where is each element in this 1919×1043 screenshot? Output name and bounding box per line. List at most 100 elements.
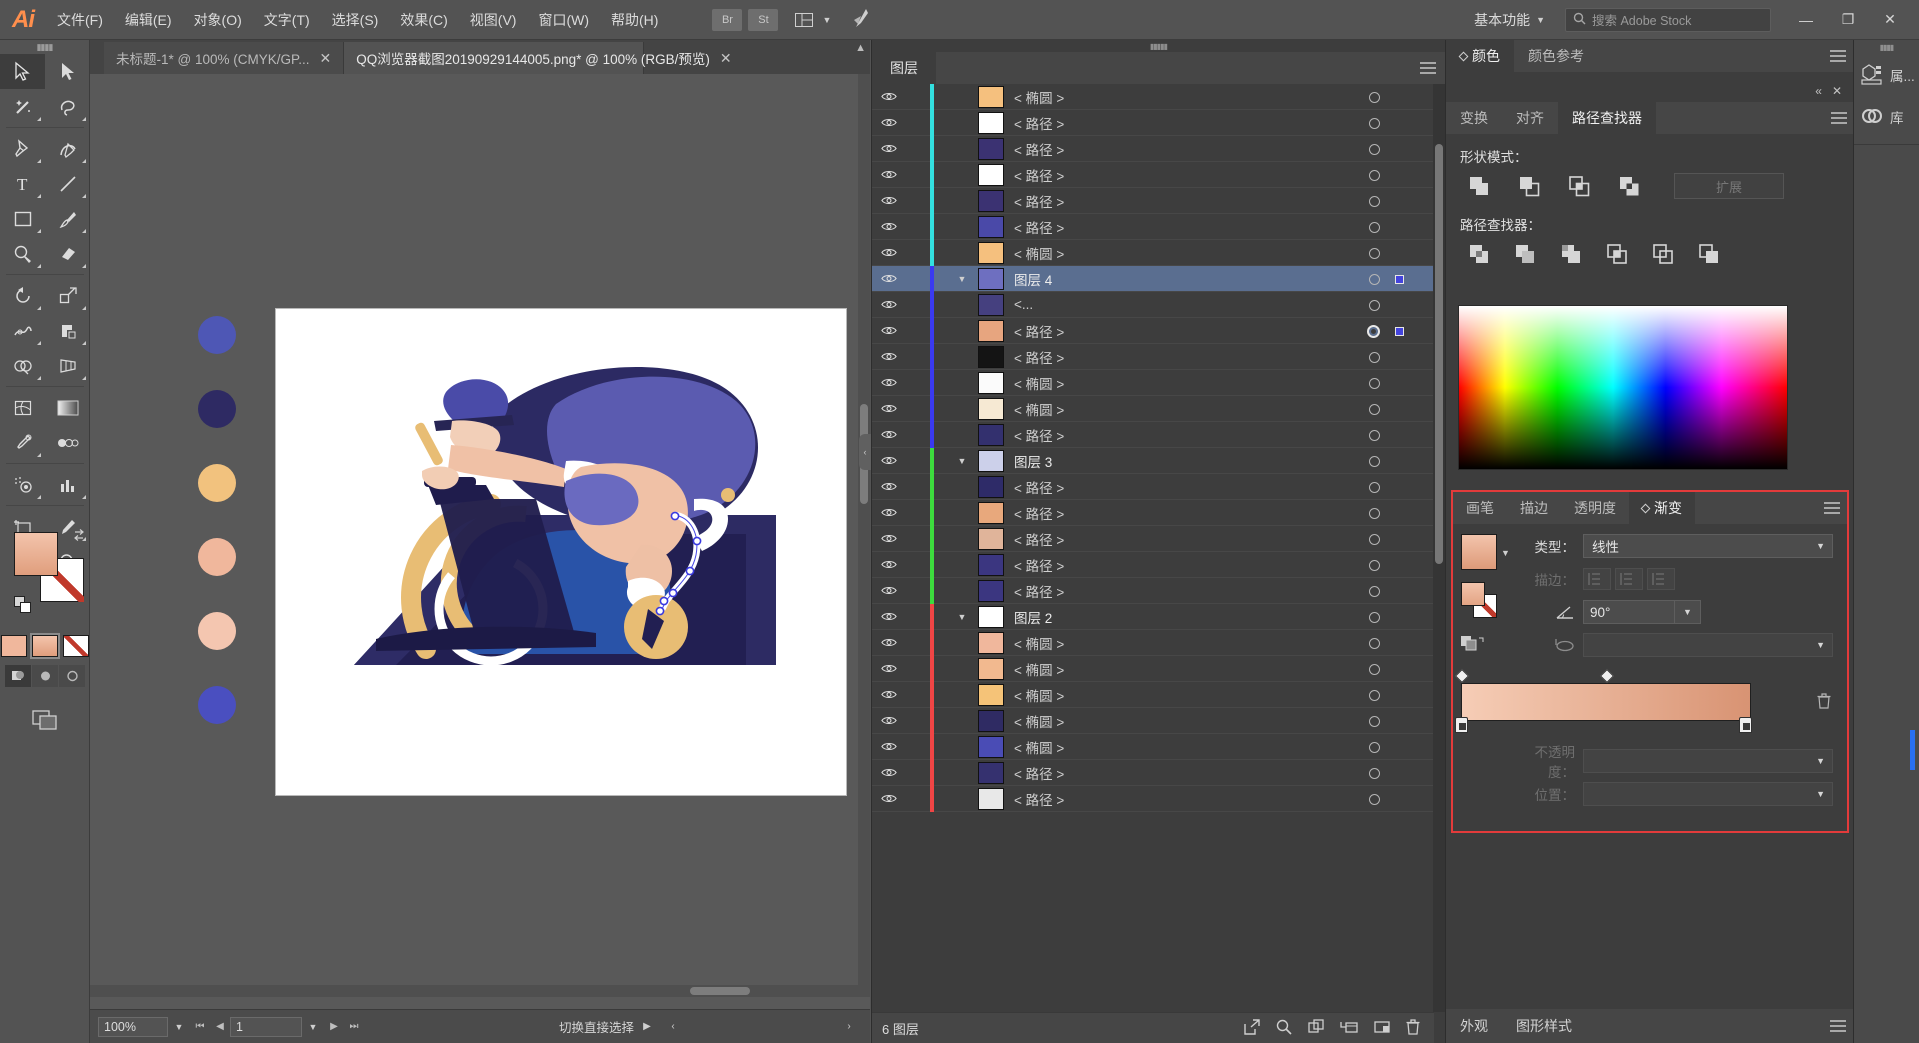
target-indicator[interactable] <box>1369 110 1380 136</box>
tool-eraser[interactable] <box>45 236 90 271</box>
tool-rectangle[interactable] <box>0 201 45 236</box>
gradient-type-select[interactable]: 线性 ▼ <box>1583 534 1833 558</box>
gradient-aspect-select[interactable]: ▼ <box>1583 633 1833 657</box>
layer-name[interactable]: < 路径 > <box>1014 763 1064 783</box>
tool-paintbrush[interactable] <box>45 201 90 236</box>
gradient-preset-chevron-icon[interactable]: ▼ <box>1501 548 1510 558</box>
document-tab-1[interactable]: 未标题-1* @ 100% (CMYK/GP... ✕ <box>104 42 345 74</box>
target-indicator[interactable] <box>1369 266 1380 292</box>
tool-lasso[interactable] <box>45 89 90 124</box>
expand-button[interactable]: 扩展 <box>1674 173 1784 199</box>
create-new-sublayer-icon[interactable] <box>1340 1019 1358 1038</box>
target-indicator[interactable] <box>1369 448 1380 474</box>
visibility-eye-icon[interactable] <box>872 351 906 362</box>
layer-row[interactable]: < 椭圆 > <box>872 370 1434 396</box>
layer-row[interactable]: < 路径 > <box>872 136 1434 162</box>
tool-rotate[interactable] <box>0 278 45 313</box>
tool-line-segment[interactable] <box>45 166 90 201</box>
target-indicator[interactable] <box>1369 84 1380 110</box>
restore-button[interactable]: ❐ <box>1827 5 1869 35</box>
layer-name[interactable]: < 椭圆 > <box>1014 633 1064 653</box>
layer-row[interactable]: <... <box>872 292 1434 318</box>
visibility-eye-icon[interactable] <box>872 481 906 492</box>
gradient-angle-chevron-icon[interactable]: ▼ <box>1675 600 1701 624</box>
layer-name[interactable]: < 路径 > <box>1014 581 1064 601</box>
visibility-eye-icon[interactable] <box>872 91 906 102</box>
target-indicator[interactable] <box>1369 344 1380 370</box>
layer-row[interactable]: < 椭圆 > <box>872 682 1434 708</box>
visibility-eye-icon[interactable] <box>872 793 906 804</box>
target-indicator[interactable] <box>1369 396 1380 422</box>
tools-panel-grip[interactable]: ▮▮▮▮ <box>0 40 89 54</box>
visibility-eye-icon[interactable] <box>872 299 906 310</box>
pathfinder-merge-icon[interactable] <box>1552 240 1592 268</box>
tool-type[interactable]: T <box>0 166 45 201</box>
layer-name[interactable]: < 椭圆 > <box>1014 243 1064 263</box>
layers-panel-menu-icon[interactable] <box>1411 52 1445 84</box>
artboard-number-input[interactable]: 1 <box>230 1016 302 1037</box>
layer-row[interactable]: < 路径 > <box>872 500 1434 526</box>
stock-button[interactable]: St <box>748 8 779 31</box>
layer-row[interactable]: < 椭圆 > <box>872 630 1434 656</box>
layer-row[interactable]: < 椭圆 > <box>872 396 1434 422</box>
layer-row[interactable]: < 路径 > <box>872 474 1434 500</box>
layer-row[interactable]: < 路径 > <box>872 760 1434 786</box>
tab-pathfinder[interactable]: 路径查找器 <box>1558 102 1656 134</box>
gradient-color-stop-end[interactable] <box>1739 717 1752 733</box>
next-artboard-button[interactable]: ▶ <box>324 1017 344 1037</box>
status-message-prev-icon[interactable]: ‹ <box>660 1017 686 1037</box>
target-indicator[interactable] <box>1369 708 1380 734</box>
menu-object[interactable]: 对象(O) <box>183 0 253 40</box>
layer-row[interactable]: < 路径 > <box>872 110 1434 136</box>
layer-name[interactable]: <... <box>1014 297 1033 312</box>
draw-inside-button[interactable] <box>59 665 85 687</box>
stroke-along-icon[interactable] <box>1615 568 1643 590</box>
gradient-mode-button[interactable] <box>30 633 60 659</box>
layers-panel-grip[interactable]: ▮▮▮▮▮ <box>872 40 1445 52</box>
layer-name[interactable]: < 椭圆 > <box>1014 87 1064 107</box>
visibility-eye-icon[interactable] <box>872 559 906 570</box>
target-indicator[interactable] <box>1369 474 1380 500</box>
visibility-eye-icon[interactable] <box>872 143 906 154</box>
layer-name[interactable]: < 椭圆 > <box>1014 685 1064 705</box>
layers-list[interactable]: < 椭圆 > < 路径 > < 路径 > < 路径 > < 路径 > < 路径 > < 椭圆… <box>872 84 1434 1012</box>
visibility-eye-icon[interactable] <box>872 689 906 700</box>
target-indicator[interactable] <box>1367 318 1380 344</box>
tool-curvature[interactable] <box>45 131 90 166</box>
color-panel-menu-icon[interactable] <box>1823 40 1853 72</box>
create-new-layer-icon[interactable] <box>1374 1019 1390 1038</box>
layer-name[interactable]: 图层 2 <box>1014 607 1052 627</box>
target-indicator[interactable] <box>1369 604 1380 630</box>
color-mode-button[interactable] <box>1 635 27 657</box>
gradient-reverse-icon[interactable] <box>1459 632 1485 657</box>
selection-indicator[interactable] <box>1395 318 1404 344</box>
layer-row[interactable]: < 路径 > <box>872 422 1434 448</box>
target-indicator[interactable] <box>1369 136 1380 162</box>
target-indicator[interactable] <box>1369 656 1380 682</box>
tool-eyedropper[interactable] <box>0 425 45 460</box>
layer-row[interactable]: < 椭圆 > <box>872 708 1434 734</box>
layer-row[interactable]: < 路径 > <box>872 578 1434 604</box>
workspace-switcher[interactable]: 基本功能 ▼ <box>1464 7 1555 33</box>
tool-mesh[interactable] <box>0 390 45 425</box>
layer-row[interactable]: < 路径 > <box>872 526 1434 552</box>
dock-grip[interactable]: ▮▮▮▮ <box>1854 40 1919 54</box>
layer-name[interactable]: 图层 3 <box>1014 451 1052 471</box>
layer-name[interactable]: < 椭圆 > <box>1014 659 1064 679</box>
document-tab-2[interactable]: QQ浏览器截图20190929144005.png* @ 100% (RGB/预… <box>344 42 732 74</box>
document-tab-1-close-icon[interactable]: ✕ <box>320 51 332 65</box>
target-indicator[interactable] <box>1369 552 1380 578</box>
gradient-location-input[interactable]: ▼ <box>1583 782 1833 806</box>
tab-appearance[interactable]: 外观 <box>1446 1009 1502 1043</box>
canvas-panel-collapse-handle[interactable]: ‹ <box>859 434 871 470</box>
layer-name[interactable]: < 路径 > <box>1014 217 1064 237</box>
draw-normal-button[interactable] <box>5 665 31 687</box>
pathfinder-minus-back-icon[interactable] <box>1690 240 1730 268</box>
visibility-eye-icon[interactable] <box>872 325 906 336</box>
arrange-documents-icon[interactable] <box>791 9 817 31</box>
tool-blend[interactable] <box>45 425 90 460</box>
layer-name[interactable]: < 路径 > <box>1014 477 1064 497</box>
visibility-eye-icon[interactable] <box>872 377 906 388</box>
tab-align[interactable]: 对齐 <box>1502 102 1558 134</box>
dock-item-properties[interactable]: 属... <box>1854 54 1919 96</box>
